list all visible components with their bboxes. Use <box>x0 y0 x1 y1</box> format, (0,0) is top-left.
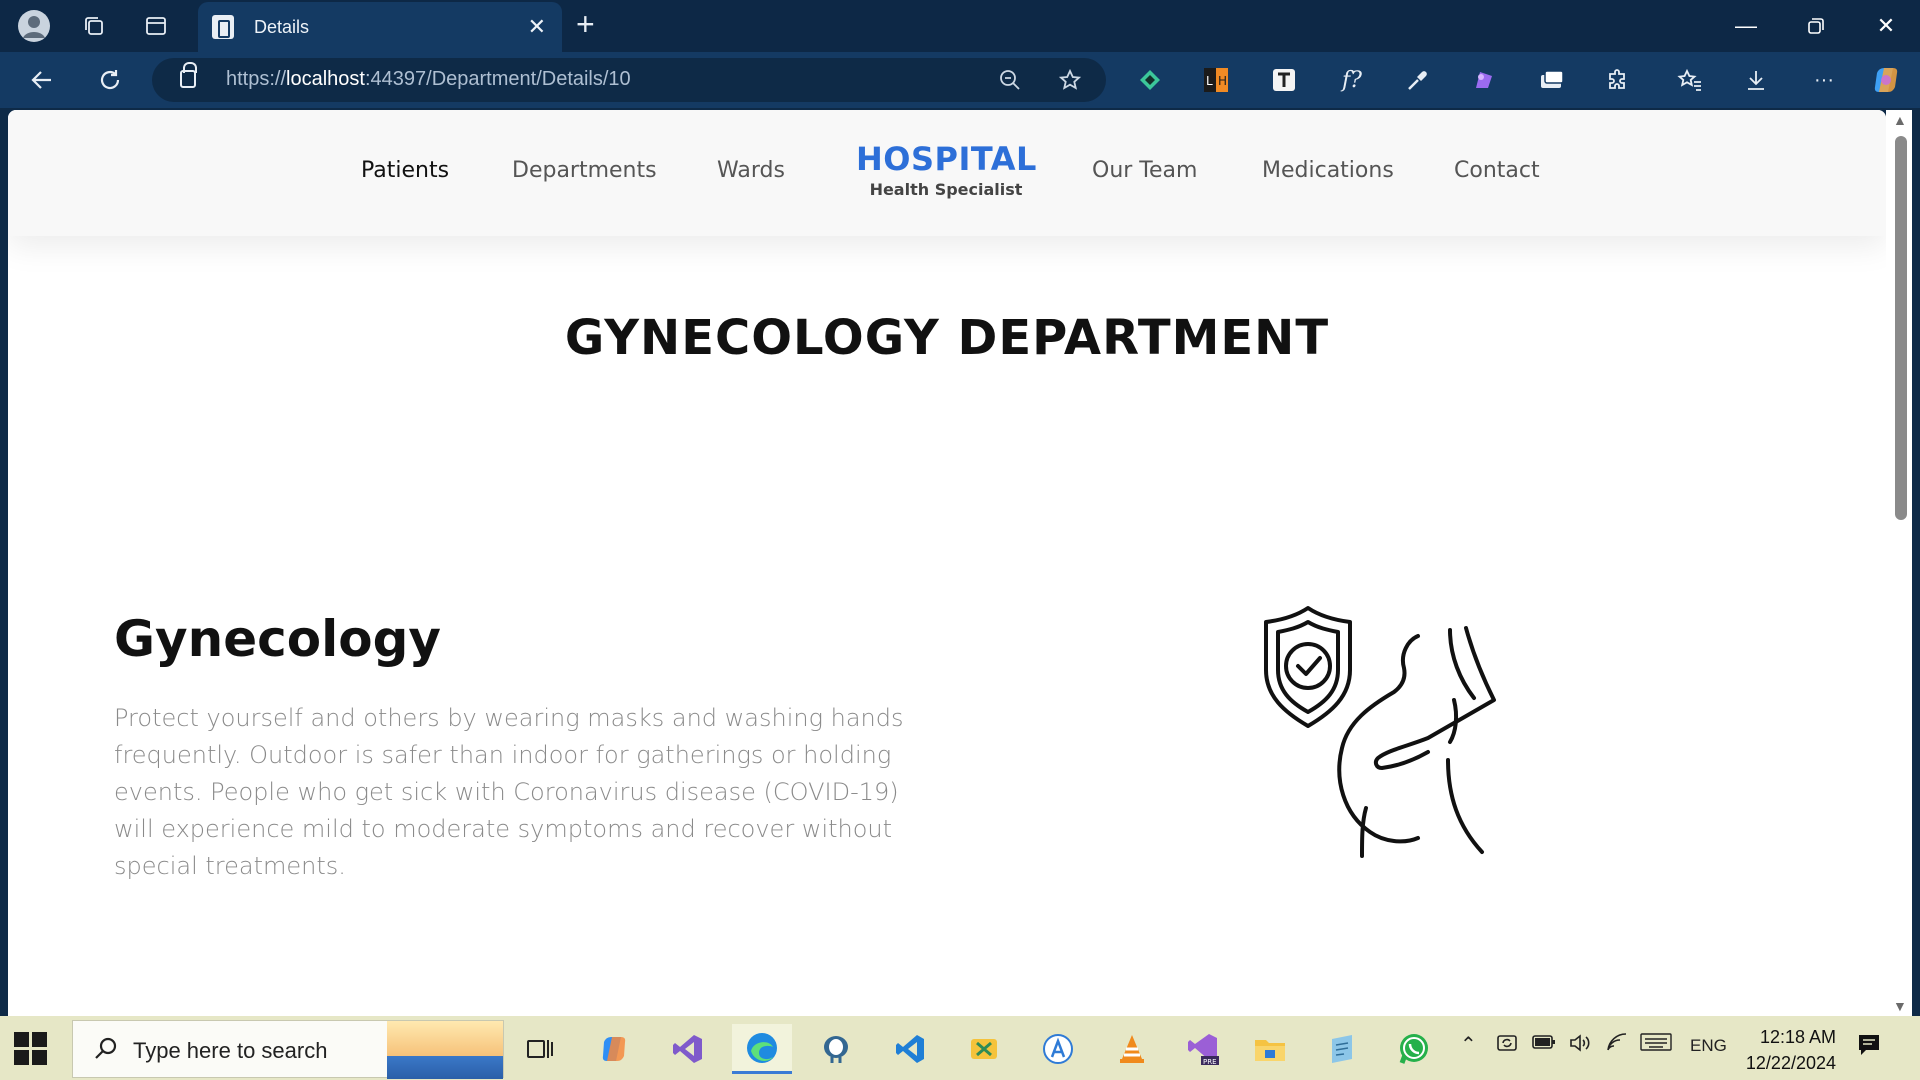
visual-studio-icon[interactable] <box>658 1024 718 1074</box>
page-favicon-icon <box>212 15 234 39</box>
close-tab-icon[interactable]: ✕ <box>528 14 546 40</box>
tab-actions-icon[interactable] <box>126 0 186 52</box>
copilot-icon[interactable] <box>1870 64 1902 96</box>
extension-font-icon[interactable]: f? <box>1336 64 1368 96</box>
show-hidden-icons-icon[interactable]: ⌃ <box>1460 1032 1477 1057</box>
site-logo[interactable]: HOSPITAL Health Specialist <box>856 140 1036 199</box>
extension-card-icon[interactable] <box>1536 64 1568 96</box>
snipping-tool-icon[interactable] <box>954 1024 1014 1074</box>
notifications-icon[interactable] <box>1856 1032 1882 1065</box>
postgresql-icon[interactable] <box>806 1024 866 1074</box>
clock-time: 12:18 AM <box>1759 1027 1836 1047</box>
address-bar[interactable]: https://localhost:44397/Department/Detai… <box>152 58 1106 102</box>
edge-browser-icon[interactable] <box>732 1024 792 1074</box>
lock-icon[interactable] <box>180 62 197 88</box>
refresh-icon[interactable] <box>82 52 138 108</box>
browser-toolbar: https://localhost:44397/Department/Detai… <box>0 52 1920 108</box>
tab-details[interactable]: Details ✕ <box>198 2 562 52</box>
favorite-star-icon[interactable] <box>1054 64 1086 96</box>
file-explorer-icon[interactable] <box>1240 1024 1300 1074</box>
visual-studio-preview-icon[interactable]: PRE <box>1174 1024 1234 1074</box>
copilot-app-icon[interactable] <box>584 1024 644 1074</box>
downloads-icon[interactable] <box>1740 64 1772 96</box>
volume-icon[interactable] <box>1568 1032 1592 1060</box>
notepad-icon[interactable] <box>1312 1024 1372 1074</box>
nav-departments-link[interactable]: Departments <box>512 158 657 183</box>
search-highlight-image <box>387 1021 503 1079</box>
svg-text:H: H <box>1218 74 1227 88</box>
extension-purple-icon[interactable] <box>1468 64 1500 96</box>
vscode-icon[interactable] <box>880 1024 940 1074</box>
logo-tagline: Health Specialist <box>869 180 1023 199</box>
nav-wards-link[interactable]: Wards <box>717 158 785 183</box>
profile-avatar-icon[interactable] <box>4 0 64 52</box>
app-store-icon[interactable] <box>1028 1024 1088 1074</box>
task-view-icon[interactable] <box>510 1024 570 1074</box>
taskbar-search[interactable]: Type here to search <box>72 1020 504 1079</box>
keyboard-icon[interactable] <box>1640 1032 1672 1058</box>
sync-icon[interactable] <box>1496 1032 1518 1060</box>
extension-text-icon[interactable] <box>1268 64 1300 96</box>
pregnancy-protection-icon <box>1238 600 1538 900</box>
nav-patients-link[interactable]: Patients <box>361 158 449 183</box>
vlc-icon[interactable] <box>1102 1024 1162 1074</box>
windows-start-icon[interactable] <box>14 1032 48 1066</box>
url-text[interactable]: https://localhost:44397/Department/Detai… <box>226 68 631 91</box>
restore-icon[interactable] <box>1782 0 1850 52</box>
wifi-icon[interactable] <box>1606 1032 1628 1058</box>
taskbar: Type here to search PRE ⌃ ENG 12:18 AM 1… <box>0 1016 1920 1080</box>
color-picker-icon[interactable] <box>1402 64 1434 96</box>
scroll-up-icon[interactable]: ▲ <box>1893 112 1907 128</box>
search-icon <box>93 1035 119 1068</box>
battery-icon[interactable] <box>1532 1032 1556 1058</box>
site-header: Patients Departments Wards Our Team Medi… <box>8 110 1886 236</box>
more-menu-icon[interactable]: ··· <box>1808 64 1840 96</box>
system-clock[interactable]: 12:18 AM 12/22/2024 <box>1740 1024 1836 1076</box>
clock-date: 12/22/2024 <box>1745 1053 1836 1073</box>
back-icon[interactable] <box>14 52 70 108</box>
language-indicator[interactable]: ENG <box>1690 1036 1727 1056</box>
svg-text:L: L <box>1206 74 1213 88</box>
svg-text:PRE: PRE <box>1203 1058 1217 1066</box>
minimize-icon[interactable]: — <box>1712 0 1780 52</box>
new-tab-icon[interactable]: + <box>576 6 595 43</box>
zoom-icon[interactable] <box>994 64 1026 96</box>
scroll-down-icon[interactable]: ▼ <box>1893 998 1907 1014</box>
scrollbar-thumb[interactable] <box>1895 136 1907 520</box>
logo-name: HOSPITAL <box>856 140 1037 178</box>
favorites-icon[interactable] <box>1674 64 1706 96</box>
browser-title-bar: Details ✕ + — ✕ <box>0 0 1920 52</box>
extensions-puzzle-icon[interactable] <box>1602 64 1634 96</box>
page-scrollbar[interactable]: ▲ ▼ <box>1886 110 1912 1016</box>
nav-medications-link[interactable]: Medications <box>1262 158 1394 183</box>
whatsapp-icon[interactable] <box>1384 1024 1444 1074</box>
workspaces-icon[interactable] <box>64 0 124 52</box>
nav-contact-link[interactable]: Contact <box>1454 158 1540 183</box>
page-title: GYNECOLOGY DEPARTMENT <box>564 310 1330 366</box>
section-text: Protect yourself and others by wearing m… <box>114 704 904 880</box>
tab-title: Details <box>254 16 310 37</box>
section-heading: Gynecology <box>114 610 442 668</box>
nav-our-team-link[interactable]: Our Team <box>1092 158 1197 183</box>
search-placeholder: Type here to search <box>133 1038 328 1063</box>
close-window-icon[interactable]: ✕ <box>1852 0 1920 52</box>
page-viewport: Patients Departments Wards Our Team Medi… <box>8 110 1886 1016</box>
extension-lh-icon[interactable]: LH <box>1200 64 1232 96</box>
extension-green-icon[interactable] <box>1134 64 1166 96</box>
